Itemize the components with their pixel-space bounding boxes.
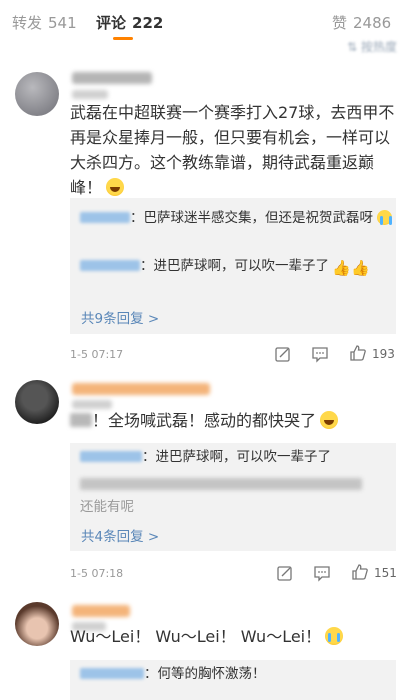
more-replies-link[interactable]: 共9条回复 > — [81, 307, 159, 327]
tab-comments[interactable]: 评论 222 — [96, 12, 163, 33]
user-meta-blurred — [72, 90, 108, 99]
like-count: 151 — [374, 566, 397, 580]
reply-text: 进巴萨球啊，可以吹一辈子了 — [153, 258, 330, 274]
avatar[interactable] — [15, 602, 59, 646]
reply-text: 进巴萨球啊，可以吹一辈子了 — [155, 449, 332, 465]
comment-icon[interactable] — [311, 345, 329, 363]
cry-emoji-icon — [377, 210, 392, 225]
comment-text: 武磊在中超联赛一个赛季打入27球，去西甲不再是众星捧月一般，但只要有机会，一样可… — [70, 100, 396, 200]
reply-item[interactable] — [80, 474, 362, 496]
comment-text: ！全场喊武磊！感动的都快哭了 — [70, 408, 396, 433]
reply-username-blurred — [80, 260, 140, 271]
sort-icon: ⇅ — [347, 40, 358, 54]
avatar[interactable] — [15, 72, 59, 116]
like-icon[interactable] — [349, 344, 367, 362]
reply-text: 巴萨球迷半感交集，但还是祝贺武磊呀 — [143, 210, 374, 226]
tab-likes-count: 2486 — [353, 14, 392, 32]
reply-item[interactable]: ：何等的胸怀激荡！ — [80, 663, 266, 685]
reply-item[interactable]: 还能有呢 — [80, 496, 134, 518]
like-icon[interactable] — [351, 563, 369, 581]
thumbs-up-emoji-icon: 👍 — [332, 259, 351, 277]
sort-toggle[interactable]: ⇅ 按热度 — [347, 38, 397, 55]
reply-text: 还能有呢 — [80, 499, 134, 515]
comment-text: Wu～Lei！ Wu～Lei！ Wu～Lei！ — [70, 624, 396, 649]
reply-username-blurred — [80, 668, 144, 679]
tab-likes-label: 赞 — [332, 14, 348, 32]
reply-text: 何等的胸怀激荡！ — [157, 666, 266, 682]
laugh-emoji-icon — [106, 178, 125, 196]
reply-text-blurred — [80, 478, 362, 490]
comment-icon[interactable] — [313, 564, 331, 582]
mention-blurred — [70, 413, 92, 427]
comment-text-body: Wu～Lei！ Wu～Lei！ Wu～Lei！ — [70, 627, 322, 646]
tab-comments-count: 222 — [132, 14, 164, 32]
more-replies-link[interactable]: 共4条回复 > — [81, 525, 159, 545]
active-tab-indicator — [113, 37, 133, 40]
username-blurred[interactable] — [72, 383, 210, 395]
reply-item[interactable]: ：巴萨球迷半感交集，但还是祝贺武磊呀 — [80, 207, 392, 229]
repost-icon[interactable] — [274, 345, 292, 363]
tab-reposts-label: 转发 — [12, 14, 43, 32]
comment-text-body: ！全场喊武磊！感动的都快哭了 — [92, 411, 317, 430]
tab-reposts[interactable]: 转发 541 — [12, 12, 77, 33]
repost-icon[interactable] — [276, 564, 294, 582]
reply-item[interactable]: ：进巴萨球啊，可以吹一辈子了 👍👍 — [80, 255, 370, 277]
tab-likes[interactable]: 赞 2486 — [332, 12, 391, 33]
comment-time: 1-5 07:18 — [70, 567, 124, 580]
like-count: 193 — [372, 347, 395, 361]
username-blurred[interactable] — [72, 72, 152, 84]
reply-username-blurred — [80, 212, 130, 223]
comment-tabs: 转发 541 评论 222 赞 2486 — [0, 0, 409, 42]
reply-username-blurred — [80, 451, 142, 462]
avatar[interactable] — [15, 380, 59, 424]
comment-time: 1-5 07:17 — [70, 348, 124, 361]
tab-reposts-count: 541 — [48, 14, 77, 32]
sort-label: 按热度 — [360, 40, 397, 54]
username-blurred[interactable] — [72, 605, 130, 617]
laugh-emoji-icon — [320, 411, 339, 429]
cry-emoji-icon — [325, 627, 344, 645]
thumbs-up-emoji-icon: 👍 — [351, 259, 370, 277]
reply-item[interactable]: ：进巴萨球啊，可以吹一辈子了 — [80, 446, 331, 468]
tab-comments-label: 评论 — [96, 14, 127, 32]
